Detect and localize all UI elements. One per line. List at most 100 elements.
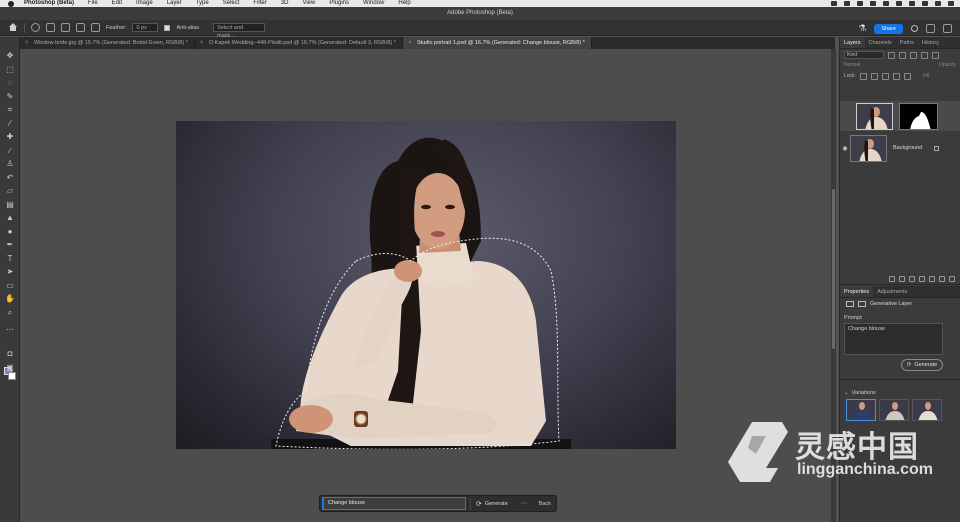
tab-layers[interactable]: Layers: [840, 37, 865, 48]
adjustment-icon[interactable]: [919, 275, 925, 282]
pen-tool-icon[interactable]: ✒: [5, 240, 15, 249]
stamp-tool-icon[interactable]: ♙: [5, 159, 15, 168]
link-icon[interactable]: [889, 275, 895, 282]
blur-tool-icon[interactable]: ▲: [5, 213, 15, 222]
properties-generate-button[interactable]: ⟳ Generate: [901, 359, 943, 371]
new-layer-icon[interactable]: [939, 275, 945, 282]
status-icon[interactable]: [883, 1, 889, 6]
background-color-swatch[interactable]: [8, 372, 16, 380]
workspace-icon[interactable]: [926, 24, 935, 33]
layer-mask-thumbnail[interactable]: [899, 102, 938, 130]
lock-pixels-icon[interactable]: [859, 72, 867, 80]
add-mask-icon[interactable]: [909, 275, 915, 282]
filter-type-icon[interactable]: [910, 51, 917, 59]
status-icon[interactable]: [922, 1, 928, 6]
variations-header[interactable]: ⌄ Variations: [840, 379, 960, 399]
more-tools-icon[interactable]: ⋯: [5, 325, 15, 334]
scroll-thumb[interactable]: [832, 189, 835, 349]
status-icon[interactable]: [909, 1, 915, 6]
dodge-tool-icon[interactable]: ●: [5, 227, 15, 236]
menu-help[interactable]: Help: [398, 0, 410, 7]
blend-mode-select[interactable]: Normal: [844, 61, 860, 70]
healing-tool-icon[interactable]: ✚: [5, 132, 15, 141]
crop-tool-icon[interactable]: ⌗: [5, 105, 15, 114]
search-icon[interactable]: [911, 25, 918, 32]
flask-icon[interactable]: ⚗: [858, 23, 866, 34]
back-button[interactable]: Back: [536, 501, 554, 507]
fill-label[interactable]: Fill: [923, 73, 929, 79]
menu-file[interactable]: File: [88, 0, 98, 7]
apple-icon[interactable]: [8, 0, 14, 7]
brush-tool-icon[interactable]: ∕: [5, 146, 15, 155]
tab-paths[interactable]: Paths: [896, 37, 918, 48]
background-thumbnail[interactable]: [850, 134, 887, 162]
tab-channels[interactable]: Channels: [865, 37, 896, 48]
gradient-tool-icon[interactable]: ▤: [5, 200, 15, 209]
quick-mask-icon[interactable]: ◘: [5, 349, 15, 358]
select-and-mask-button[interactable]: Select and mask...: [213, 23, 266, 39]
zoom-tool-icon[interactable]: ⌕: [5, 308, 15, 317]
opacity-label[interactable]: Opacity: [939, 61, 956, 70]
menu-view[interactable]: View: [302, 0, 315, 7]
status-icon[interactable]: [870, 1, 876, 6]
status-icon[interactable]: [844, 1, 850, 6]
kind-filter-select[interactable]: Kind: [844, 51, 884, 59]
share-button[interactable]: Share: [874, 23, 903, 34]
document-canvas[interactable]: Change blouse ⟳ Generate ··· Back: [20, 49, 835, 522]
lock-all-icon[interactable]: [903, 72, 911, 80]
menu-plugins[interactable]: Plugins: [329, 0, 349, 7]
marquee-tool-icon[interactable]: ⬚: [5, 65, 15, 74]
generate-button[interactable]: ⟳ Generate: [469, 497, 513, 510]
group-icon[interactable]: [929, 275, 935, 282]
menu-type[interactable]: Type: [196, 0, 209, 7]
menu-select[interactable]: Select: [223, 0, 240, 7]
subtract-selection-icon[interactable]: [76, 23, 85, 32]
add-selection-icon[interactable]: [61, 23, 70, 32]
status-icon[interactable]: [948, 1, 954, 6]
feather-input[interactable]: 0 px: [132, 23, 159, 32]
lock-paint-icon[interactable]: [870, 72, 878, 80]
tab-studio-portrait[interactable]: Studio portrait 1.psd @ 16.7% (Generated…: [402, 37, 592, 49]
eraser-tool-icon[interactable]: ▱: [5, 186, 15, 195]
tab-adjustments[interactable]: Adjustments: [873, 286, 911, 297]
lasso-tool-icon[interactable]: ◌: [5, 78, 15, 87]
menu-app-name[interactable]: Photoshop (Beta): [24, 0, 74, 7]
quick-select-tool-icon[interactable]: ✎: [5, 92, 15, 101]
tab-wedding[interactable]: O Kapek Wedding--448-Pledit.psd @ 16.7% …: [195, 37, 403, 49]
menu-3d[interactable]: 3D: [281, 0, 289, 7]
tab-history[interactable]: History: [918, 37, 943, 48]
path-select-tool-icon[interactable]: ➤: [5, 267, 15, 276]
eyedropper-tool-icon[interactable]: ⁄: [5, 119, 15, 128]
status-icon[interactable]: [857, 1, 863, 6]
menu-edit[interactable]: Edit: [112, 0, 122, 7]
layer-generative[interactable]: [840, 101, 960, 131]
status-icon[interactable]: [831, 1, 837, 6]
shape-tool-icon[interactable]: ▭: [5, 281, 15, 290]
menu-filter[interactable]: Filter: [253, 0, 266, 7]
filter-pixel-icon[interactable]: [888, 51, 895, 59]
menu-layer[interactable]: Layer: [167, 0, 182, 7]
fx-icon[interactable]: [899, 275, 905, 282]
tab-properties[interactable]: Properties: [840, 286, 874, 297]
portrait-photo[interactable]: [176, 121, 676, 449]
hand-tool-icon[interactable]: ✋: [5, 294, 15, 303]
layer-background[interactable]: ◉ Background: [840, 133, 960, 163]
type-tool-icon[interactable]: T: [5, 254, 15, 263]
home-icon[interactable]: [8, 23, 18, 32]
status-icon[interactable]: [896, 1, 902, 6]
status-icon[interactable]: [935, 1, 941, 6]
filter-shape-icon[interactable]: [921, 51, 928, 59]
tab-window-bride[interactable]: Window bride.jpg @ 15.7% (Generated: Bri…: [20, 37, 195, 49]
more-options-button[interactable]: ···: [517, 500, 532, 507]
menu-image[interactable]: Image: [136, 0, 153, 7]
new-selection-icon[interactable]: [46, 23, 55, 32]
move-tool-icon[interactable]: ✥: [5, 51, 15, 60]
layer-thumbnail[interactable]: [856, 102, 893, 130]
lasso-tool-preset-icon[interactable]: [31, 23, 40, 32]
antialias-checkbox[interactable]: [164, 24, 171, 31]
lock-move-icon[interactable]: [881, 72, 889, 80]
screen-mode-icon[interactable]: ▣: [5, 363, 15, 372]
eye-icon[interactable]: ◉: [840, 145, 850, 152]
history-brush-tool-icon[interactable]: ↶: [5, 173, 15, 182]
filter-smart-icon[interactable]: [932, 51, 939, 59]
